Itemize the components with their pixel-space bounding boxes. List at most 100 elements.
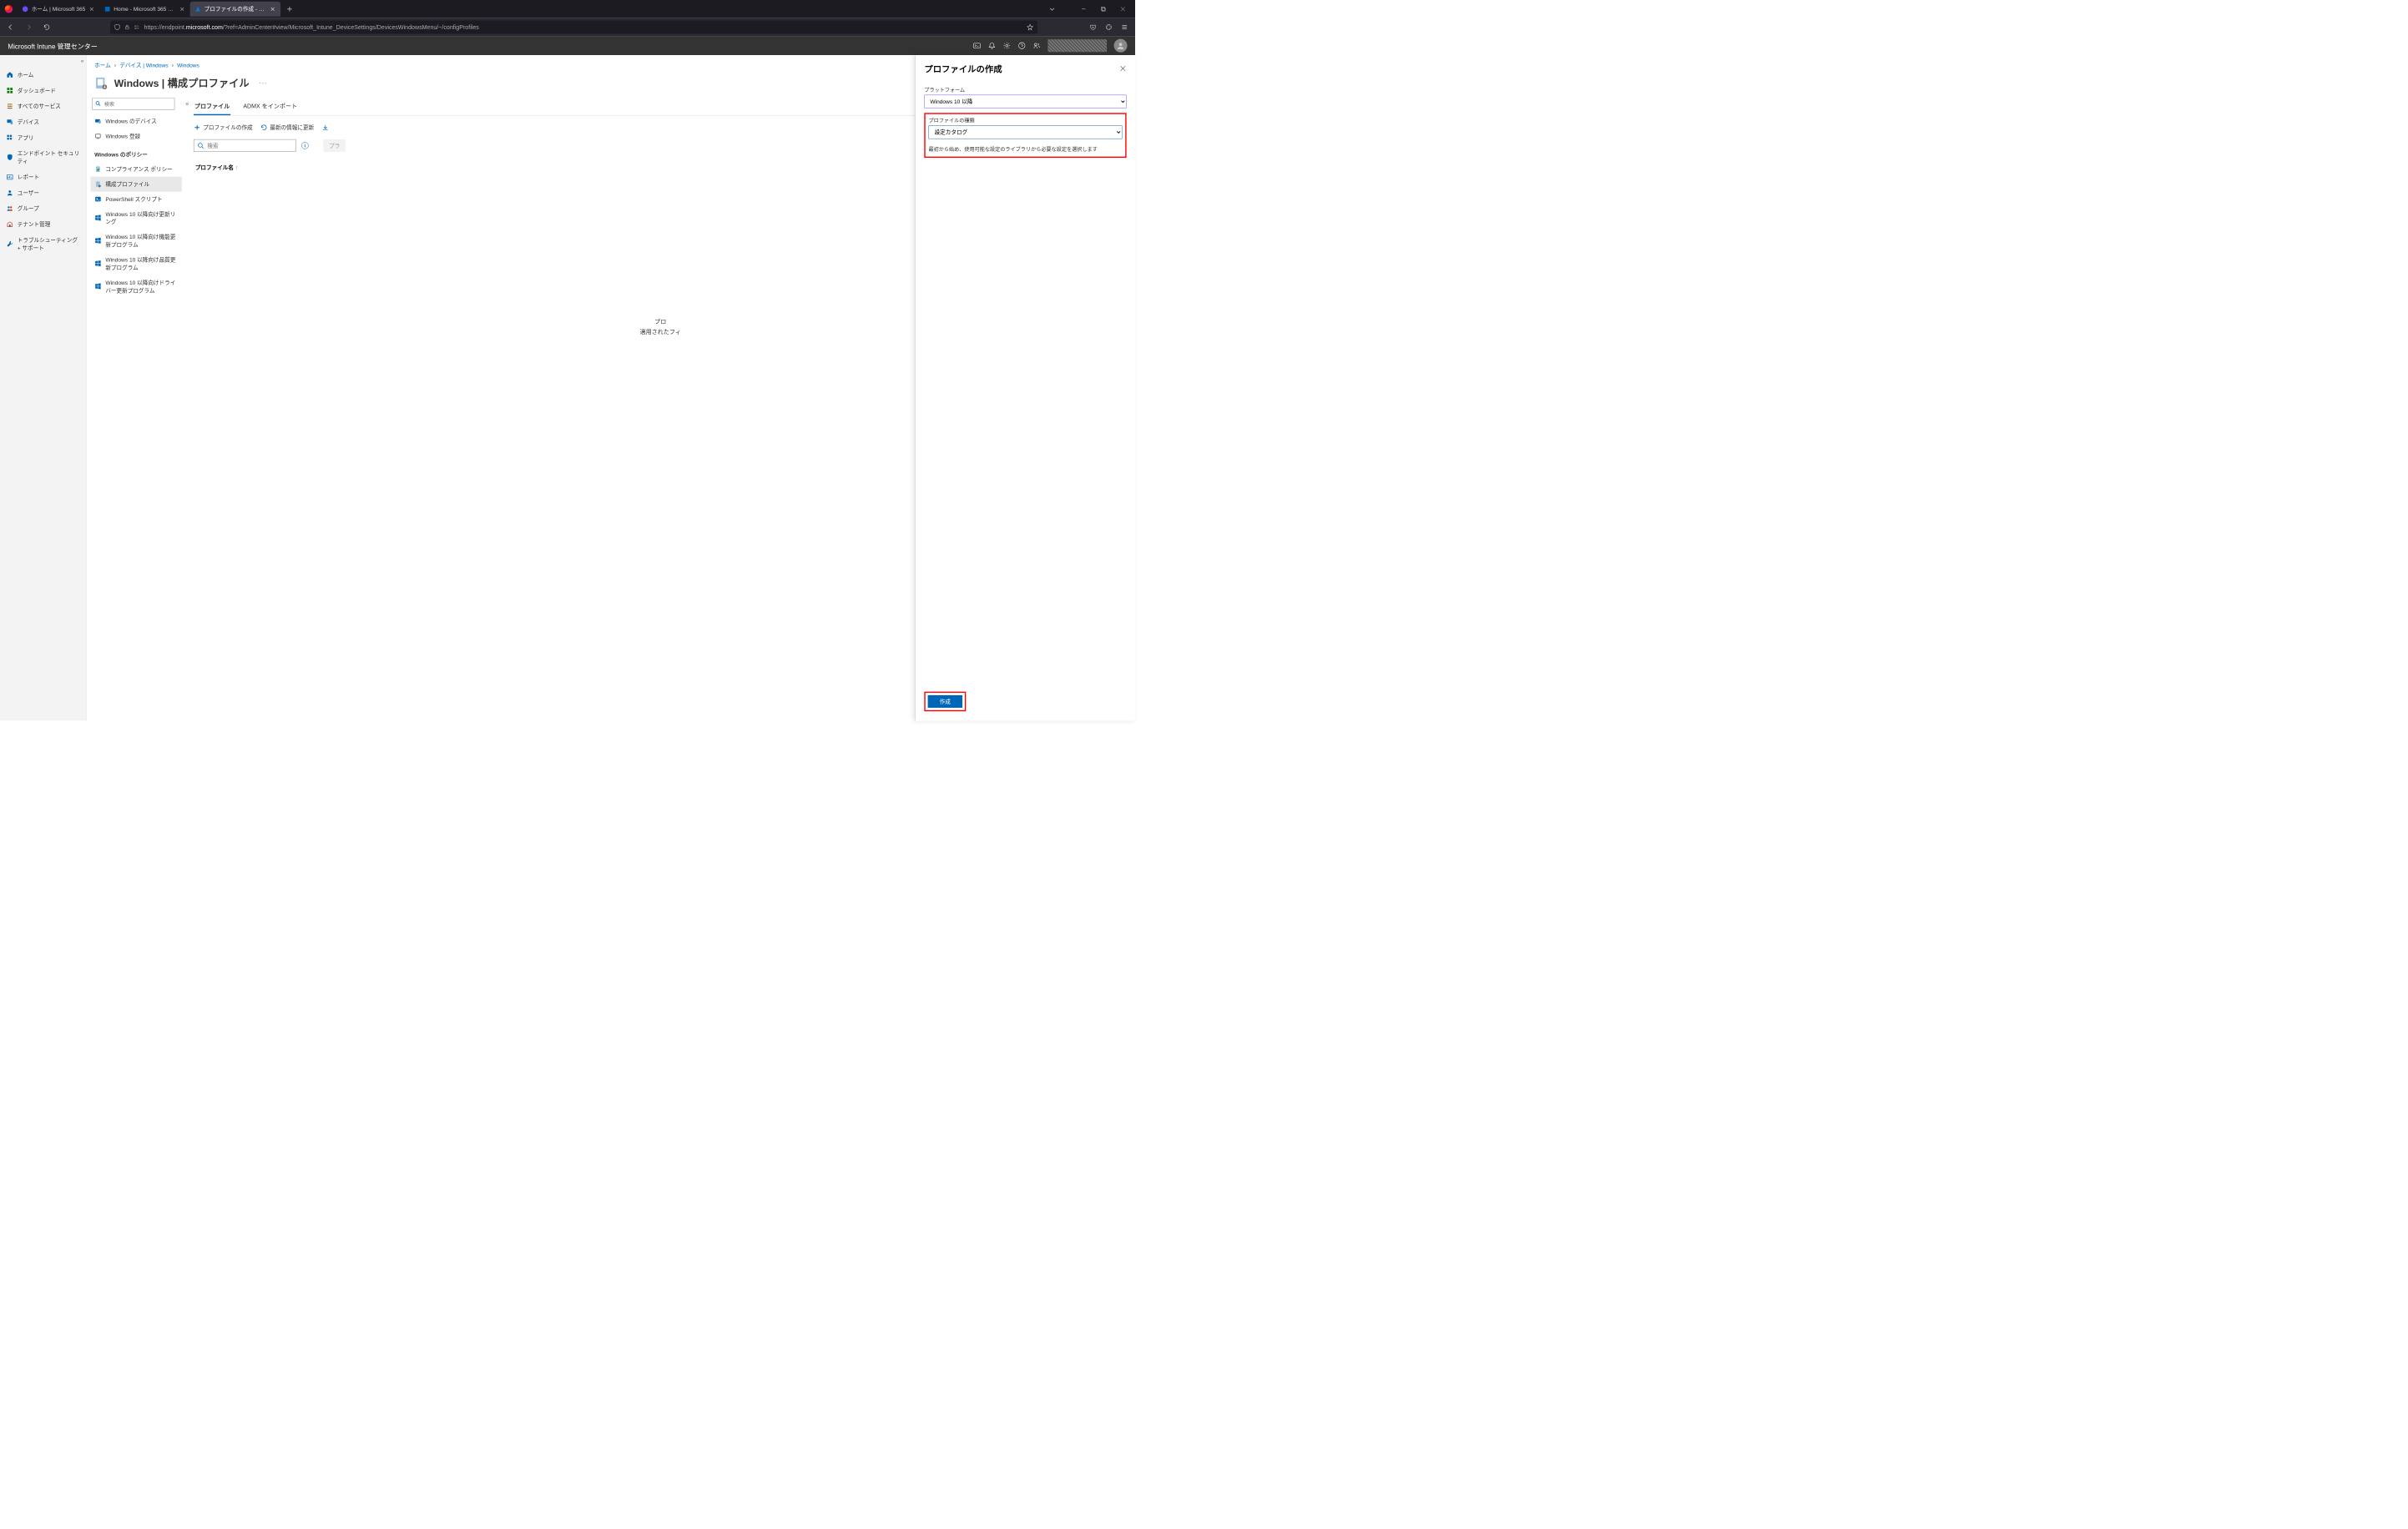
address-bar[interactable]: https://endpoint.microsoft.com/?ref=Admi… (110, 21, 1037, 34)
portal-header: Microsoft Intune 管理センター (0, 36, 1135, 55)
profile-type-label: プロファイルの種類 (929, 117, 1123, 124)
breadcrumb-devices[interactable]: デバイス | Windows (119, 62, 168, 68)
sort-asc-icon: ↑ (235, 164, 238, 171)
user-icon (7, 189, 13, 196)
nav-troubleshoot[interactable]: トラブルシューティング + サポート (0, 232, 86, 255)
sn-windows-enrollment[interactable]: Windows 登録 (90, 129, 181, 144)
flyout-title: プロファイルの作成 (924, 62, 1002, 74)
breadcrumb-home[interactable]: ホーム (94, 62, 111, 68)
config-profile-icon (94, 180, 101, 187)
nav-reports[interactable]: レポート (0, 169, 86, 185)
windows-icon (94, 260, 101, 267)
user-info-redacted (1048, 39, 1107, 52)
m365-favicon (22, 6, 28, 13)
nav-groups[interactable]: グループ (0, 200, 86, 216)
bookmark-star-icon[interactable] (1027, 23, 1033, 30)
nav-devices[interactable]: デバイス (0, 114, 86, 130)
pocket-icon[interactable] (1087, 21, 1100, 34)
url-text: https://endpoint.microsoft.com/?ref=Admi… (144, 24, 479, 31)
enroll-icon (94, 133, 101, 139)
tabs-dropdown-button[interactable] (1043, 0, 1062, 18)
close-icon[interactable] (88, 6, 95, 13)
cloud-shell-icon[interactable] (973, 42, 981, 49)
tab-title: ホーム | Microsoft 365 (32, 5, 86, 13)
sn-update-rings[interactable]: Windows 10 以降向け更新リング (90, 206, 181, 229)
export-button[interactable] (322, 124, 329, 130)
platform-field: プラットフォーム Windows 10 以降 (924, 86, 1126, 108)
sub-search-input[interactable] (92, 98, 174, 109)
windows-icon (94, 214, 101, 221)
user-avatar[interactable] (1114, 39, 1128, 53)
settings-icon[interactable] (1003, 42, 1011, 49)
create-button[interactable]: 作成 (928, 695, 962, 708)
new-tab-button[interactable] (284, 3, 295, 15)
left-nav: « ホーム ダッシュボード すべてのサービス デバイス アプリ エンドポイント … (0, 55, 87, 721)
nav-dashboard[interactable]: ダッシュボード (0, 83, 86, 98)
sub-nav-search: « (92, 98, 180, 109)
feedback-icon[interactable] (1032, 42, 1040, 49)
refresh-button[interactable]: 最新の情報に更新 (260, 124, 314, 131)
notifications-icon[interactable] (988, 42, 996, 49)
back-button[interactable] (4, 21, 18, 34)
create-profile-button[interactable]: プロファイルの作成 (194, 124, 253, 131)
browser-tab-strip: ホーム | Microsoft 365 Home - Microsoft 365… (0, 0, 1135, 18)
nav-apps[interactable]: アプリ (0, 130, 86, 146)
collapse-sub-nav-button[interactable]: « (185, 100, 189, 107)
firefox-logo (0, 5, 18, 13)
platform-label: プラットフォーム (924, 86, 1126, 93)
profile-search-input[interactable] (194, 139, 296, 152)
platform-select[interactable]: Windows 10 以降 (924, 95, 1126, 108)
close-flyout-button[interactable] (1119, 65, 1126, 72)
browser-tab-1[interactable]: Home - Microsoft 365 管理セン (99, 2, 189, 17)
sn-feature-updates[interactable]: Windows 10 以降向け機能更新プログラム (90, 230, 181, 252)
reload-button[interactable] (40, 21, 53, 34)
forward-button[interactable] (22, 21, 35, 34)
refresh-icon (260, 124, 267, 130)
browser-tab-2[interactable]: プロファイルの作成 - Microsoft Int (190, 2, 280, 17)
browser-tab-0[interactable]: ホーム | Microsoft 365 (18, 2, 100, 17)
browser-toolbar: https://endpoint.microsoft.com/?ref=Admi… (0, 18, 1135, 37)
window-minimize-button[interactable] (1074, 0, 1093, 18)
shield-icon (7, 154, 13, 160)
sn-driver-updates[interactable]: Windows 10 以降向けドライバー更新プログラム (90, 275, 181, 298)
page-title: Windows | 構成プロファイル (114, 76, 250, 90)
window-close-button[interactable] (1114, 0, 1133, 18)
plus-icon (194, 124, 200, 130)
compliance-icon (94, 165, 101, 172)
list-icon (7, 103, 13, 109)
devices-icon (7, 119, 13, 125)
sn-compliance[interactable]: コンプライアンス ポリシー (90, 162, 181, 177)
highlighted-create-button-wrap: 作成 (924, 692, 966, 712)
search-icon (95, 101, 101, 107)
nav-home[interactable]: ホーム (0, 67, 86, 83)
close-icon[interactable] (179, 6, 186, 13)
extensions-icon[interactable] (1102, 21, 1115, 34)
tab-profiles[interactable]: プロファイル (194, 98, 230, 115)
window-maximize-button[interactable] (1094, 0, 1113, 18)
close-icon[interactable] (270, 6, 276, 13)
collapse-nav-button[interactable]: « (81, 58, 84, 64)
wrench-icon (7, 240, 13, 247)
sn-windows-devices[interactable]: Windows のデバイス (90, 114, 181, 129)
help-icon[interactable] (1018, 42, 1026, 49)
lock-icon (124, 24, 130, 30)
nav-users[interactable]: ユーザー (0, 185, 86, 201)
admin-favicon (104, 6, 111, 13)
sn-config-profiles[interactable]: 構成プロファイル (90, 177, 181, 192)
nav-endpoint-security[interactable]: エンドポイント セキュリティ (0, 145, 86, 169)
sn-powershell[interactable]: PowerShell スクリプト (90, 192, 181, 207)
tab-admx-import[interactable]: ADMX をインポート (242, 98, 298, 115)
portal-title: Microsoft Intune 管理センター (8, 41, 97, 51)
more-options-button[interactable]: ··· (259, 79, 267, 86)
nav-all-services[interactable]: すべてのサービス (0, 98, 86, 114)
app-menu-button[interactable] (1118, 21, 1131, 34)
permissions-icon (134, 24, 140, 31)
breadcrumb-windows[interactable]: Windows (177, 62, 199, 68)
nav-tenant-admin[interactable]: テナント管理 (0, 216, 86, 232)
shield-icon (114, 24, 121, 31)
sub-nav: « Windows のデバイス Windows 登録 Windows のポリシー… (87, 98, 186, 720)
profile-type-select[interactable]: 設定カタログ (929, 125, 1123, 139)
info-icon[interactable]: i (301, 142, 308, 149)
apps-icon (7, 134, 13, 141)
sn-quality-updates[interactable]: Windows 10 以降向け品質更新プログラム (90, 252, 181, 275)
